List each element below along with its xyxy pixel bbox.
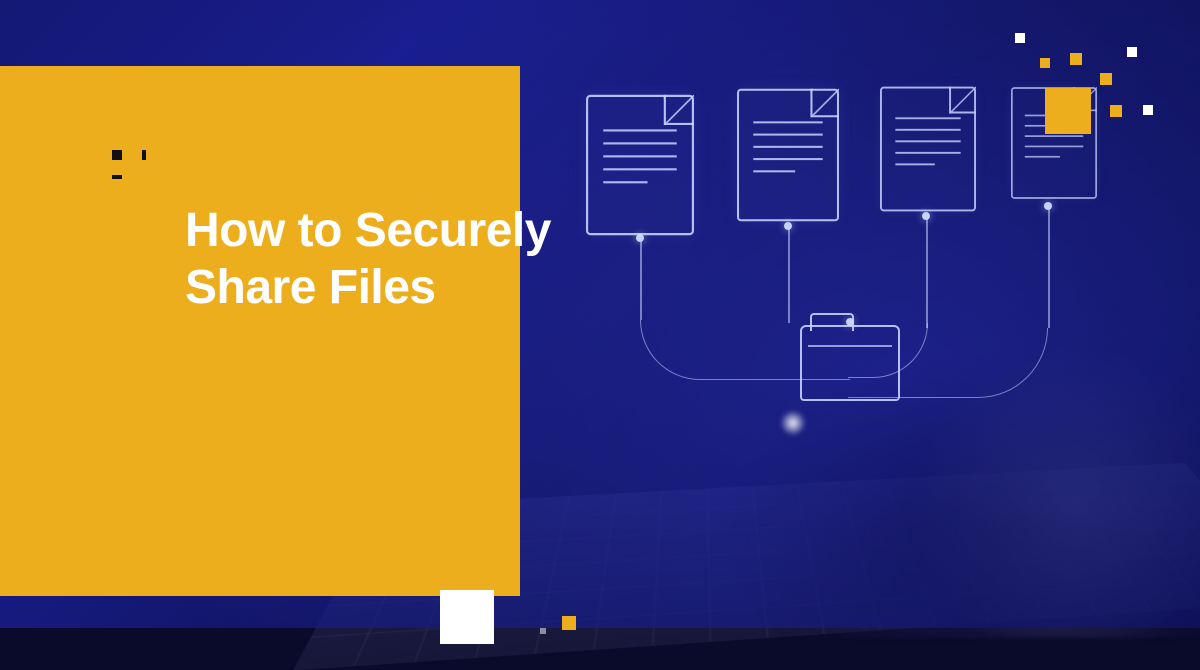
connector-line: [640, 240, 642, 320]
title-line-2: Share Files: [185, 261, 436, 314]
connector-dot: [846, 318, 854, 326]
document-icon: [880, 87, 976, 212]
title-line-1: How to Securely: [185, 204, 551, 257]
white-square-icon: [440, 590, 494, 644]
decorative-cluster-top-right: [985, 33, 1165, 173]
folder-icon: [800, 325, 900, 401]
accent-block: [0, 66, 520, 596]
connector-line: [926, 218, 928, 328]
small-dot-icon: [540, 628, 546, 634]
document-icon: [737, 89, 839, 222]
document-icon: [586, 95, 694, 235]
page-title: How to Securely Share Files: [185, 203, 551, 316]
connector-line: [788, 228, 790, 323]
connector-line: [1048, 208, 1050, 328]
